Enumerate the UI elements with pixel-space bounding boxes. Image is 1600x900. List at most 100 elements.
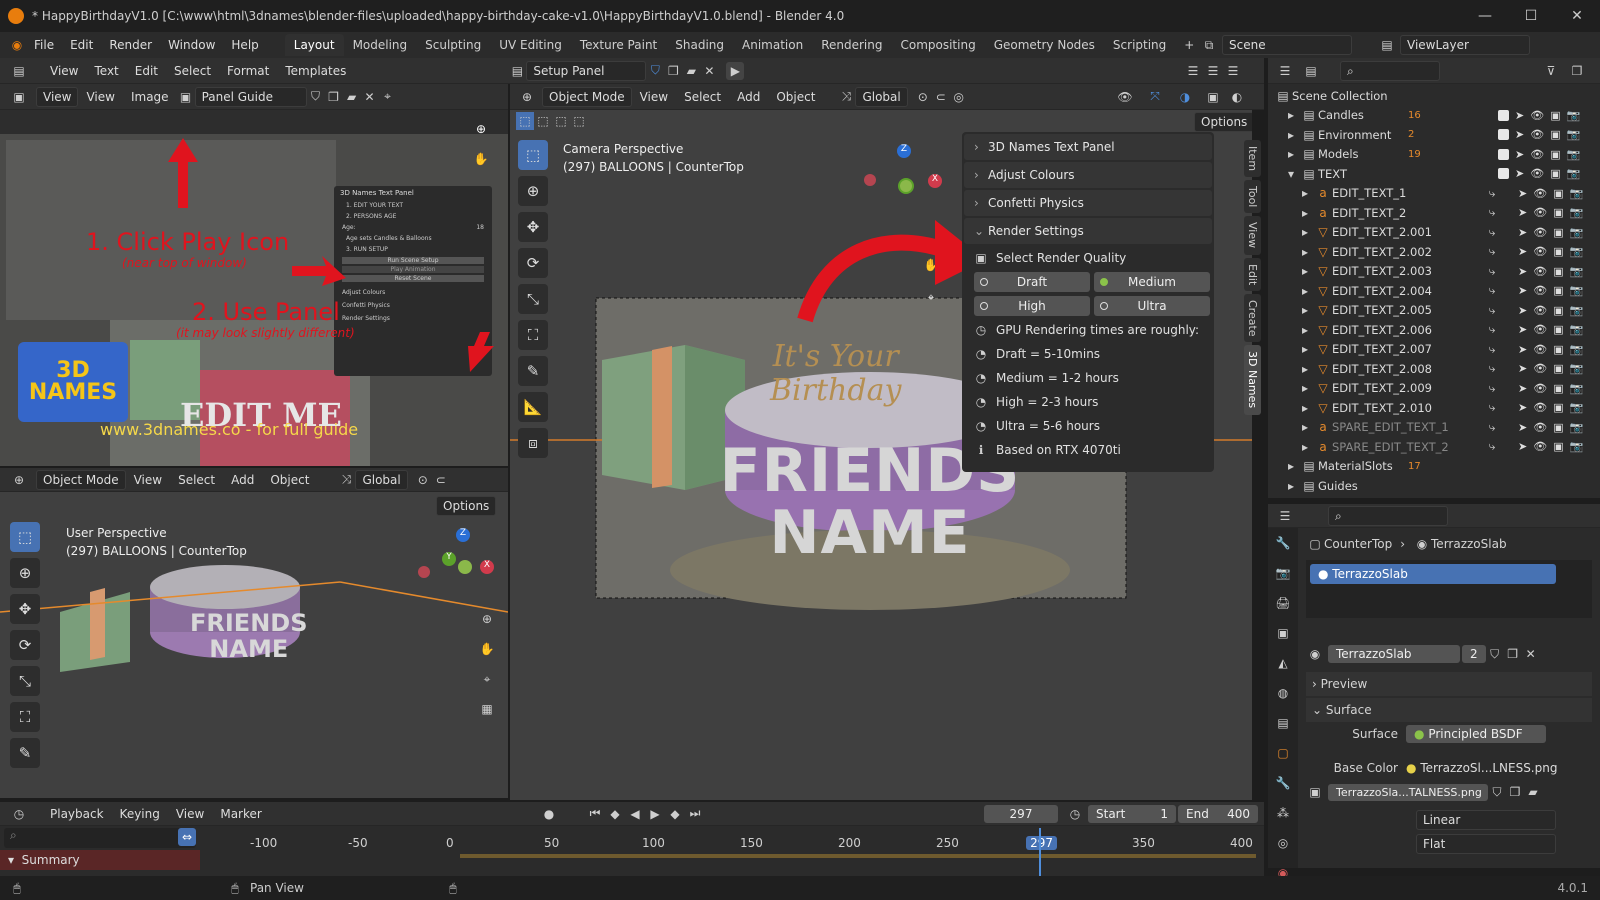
viewport-small[interactable]: FRIENDS NAME ⬚ ⊕ ✥ ⟳ ⤡ ⛶ ✎ User Perspecti…	[0, 492, 508, 798]
text-menu-select[interactable]: Select	[166, 64, 219, 78]
outliner-object[interactable]: ▸ ▽ EDIT_TEXT_2.001 ⤷ ➤ 👁 ▣ 📷	[1274, 223, 1594, 243]
camera-icon[interactable]: 📷	[1567, 148, 1581, 161]
outliner-object[interactable]: ▸ ▽ EDIT_TEXT_2.009 ⤷ ➤ 👁 ▣ 📷	[1274, 379, 1594, 399]
outliner-object[interactable]: ▸ ▽ EDIT_TEXT_2.007 ⤷ ➤ 👁 ▣ 📷	[1274, 340, 1594, 360]
play-reverse-icon[interactable]: ◀	[626, 805, 644, 823]
render-visibility-icon[interactable]: ▣	[1553, 440, 1563, 453]
outliner-object[interactable]: ▸ ▽ EDIT_TEXT_2.005 ⤷ ➤ 👁 ▣ 📷	[1274, 301, 1594, 321]
eye-icon[interactable]: 👁	[1533, 245, 1547, 258]
image-selector[interactable]: Panel Guide	[194, 86, 307, 107]
image-view-mode[interactable]: View	[36, 86, 79, 107]
select-box-tool[interactable]: ⬚	[518, 140, 548, 170]
tab-texture-paint[interactable]: Texture Paint	[571, 34, 666, 56]
preview-range-icon[interactable]: ◷	[1066, 805, 1084, 823]
vp-small-menu-add[interactable]: Add	[223, 473, 262, 487]
eye-icon[interactable]: 👁	[1533, 343, 1547, 356]
side-tab-edit[interactable]: Edit	[1244, 257, 1261, 291]
eye-icon[interactable]: 👁	[1533, 265, 1547, 278]
tab-animation[interactable]: Animation	[733, 34, 812, 56]
transform-orientation-dropdown[interactable]: Global	[355, 469, 408, 490]
outliner-object[interactable]: ▸ a SPARE_EDIT_TEXT_1 ⤷ ➤ 👁 ▣ 📷	[1274, 418, 1594, 438]
vp-small-menu-select[interactable]: Select	[170, 473, 223, 487]
outliner-object[interactable]: ▸ a EDIT_TEXT_1 ⤷ ➤ 👁 ▣ 📷	[1274, 184, 1594, 204]
select-icon[interactable]: ➤	[1518, 440, 1527, 453]
eye-icon[interactable]: 👁	[1533, 382, 1547, 395]
run-script-play-icon[interactable]: ▶	[726, 61, 745, 80]
transform-orientation-dropdown[interactable]: Global	[855, 86, 908, 107]
side-tab-tool[interactable]: Tool	[1244, 180, 1261, 214]
select-subtract-icon[interactable]: ⬚	[552, 112, 570, 130]
rotate-tool[interactable]: ⟳	[10, 630, 40, 660]
object-mode-dropdown[interactable]: Object Mode	[36, 469, 126, 490]
particles-tab-icon[interactable]: ⁂	[1274, 804, 1292, 822]
camera-icon[interactable]: 📷	[1570, 362, 1584, 375]
side-tab-item[interactable]: Item	[1244, 140, 1261, 178]
annotate-tool[interactable]: ✎	[10, 738, 40, 768]
quality-high-radio[interactable]: High	[974, 296, 1090, 316]
outliner-object[interactable]: ▸ ▽ EDIT_TEXT_2.002 ⤷ ➤ 👁 ▣ 📷	[1274, 242, 1594, 262]
camera-icon[interactable]: 📷	[1567, 167, 1581, 180]
chevron-right-icon[interactable]: ▸	[1296, 321, 1314, 339]
section-render-settings[interactable]: ⌄ Render Settings	[964, 218, 1212, 244]
editor-type-icon[interactable]: ▤	[10, 62, 28, 80]
snap-icon[interactable]: ⊂	[932, 88, 950, 106]
main-options-dropdown[interactable]: Options	[1194, 112, 1252, 132]
include-checkbox[interactable]	[1498, 109, 1509, 121]
outliner-collection[interactable]: ▸ ▤ MaterialSlots 17	[1274, 457, 1594, 477]
scale-tool[interactable]: ⤡	[518, 284, 548, 314]
timeline-body[interactable]: ⌕ ⇔ ▾ Summary	[0, 826, 1264, 876]
chevron-right-icon[interactable]: ▸	[1296, 223, 1314, 241]
vp-menu-object[interactable]: Object	[768, 90, 823, 104]
quality-draft-radio[interactable]: Draft	[974, 272, 1090, 292]
camera-icon[interactable]: 📷	[1567, 128, 1581, 141]
syntax-highlight-icon[interactable]: ☰	[1224, 62, 1242, 80]
proportional-edit-icon[interactable]: ◎	[950, 88, 968, 106]
outliner-collection[interactable]: ▸ ▤ Models 19 ➤ 👁 ▣ 📷	[1274, 145, 1594, 165]
chevron-right-icon[interactable]: ▸	[1296, 204, 1314, 222]
maximize-button[interactable]: ☐	[1508, 0, 1554, 32]
outliner-collection[interactable]: ▸ ▤ Environment 2 ➤ 👁 ▣ 📷	[1274, 125, 1594, 145]
select-icon[interactable]: ➤	[1518, 245, 1527, 258]
render-visibility-icon[interactable]: ▣	[1553, 421, 1563, 434]
timeline-menu-keying[interactable]: Keying	[112, 807, 168, 821]
quality-medium-radio[interactable]: Medium	[1094, 272, 1210, 292]
rotate-tool[interactable]: ⟳	[518, 248, 548, 278]
select-icon[interactable]: ➤	[1515, 109, 1524, 122]
render-visibility-icon[interactable]: ▣	[1553, 323, 1563, 336]
camera-icon[interactable]: 📷	[1570, 440, 1584, 453]
image-menu-view[interactable]: View	[78, 90, 122, 104]
view-layer-tab-icon[interactable]: ▣	[1274, 624, 1292, 642]
text-file-selector[interactable]: Setup Panel	[526, 60, 647, 81]
duplicate-material-icon[interactable]: ❐	[1504, 645, 1522, 663]
view-layer-selector[interactable]: ViewLayer	[1400, 35, 1530, 55]
camera-icon[interactable]: 📷	[1570, 265, 1584, 278]
editor-type-icon[interactable]: ◷	[10, 805, 28, 823]
pan-hand-icon[interactable]: ✋	[472, 150, 490, 168]
small-options-dropdown[interactable]: Options	[436, 496, 497, 516]
tab-shading[interactable]: Shading	[666, 34, 733, 56]
editor-type-icon[interactable]: ⊕	[518, 88, 536, 106]
eye-icon[interactable]: 👁	[1533, 206, 1547, 219]
cursor-tool[interactable]: ⊕	[518, 176, 548, 206]
text-menu-view[interactable]: View	[42, 64, 86, 78]
camera-view-icon[interactable]: ⌖	[478, 670, 496, 688]
menu-file[interactable]: File	[26, 38, 62, 52]
fake-user-icon[interactable]: ⛉	[1486, 645, 1504, 663]
image-menu-image[interactable]: Image	[123, 90, 177, 104]
sync-view-icon[interactable]: ⇔	[178, 828, 196, 846]
tab-rendering[interactable]: Rendering	[812, 34, 891, 56]
vp-menu-view[interactable]: View	[632, 90, 676, 104]
scene-tab-icon[interactable]: ◭	[1274, 654, 1292, 672]
fake-user-icon[interactable]: ⛉	[307, 88, 325, 106]
menu-help[interactable]: Help	[223, 38, 266, 52]
eye-icon[interactable]: 👁	[1530, 128, 1544, 141]
camera-icon[interactable]: 📷	[1570, 382, 1584, 395]
select-icon[interactable]: ➤	[1518, 304, 1527, 317]
jump-start-icon[interactable]: ⏮	[586, 805, 604, 823]
viewport-main[interactable]: It's Your Birthday FRIENDS NAME ⬚ ⊕ ✥ ⟳ ⤡ …	[510, 110, 1252, 800]
outliner-search-input[interactable]: ⌕	[1340, 60, 1440, 81]
camera-icon[interactable]: 📷	[1570, 187, 1584, 200]
select-icon[interactable]: ➤	[1518, 265, 1527, 278]
eye-icon[interactable]: 👁	[1530, 109, 1544, 122]
world-tab-icon[interactable]: ◍	[1274, 684, 1292, 702]
